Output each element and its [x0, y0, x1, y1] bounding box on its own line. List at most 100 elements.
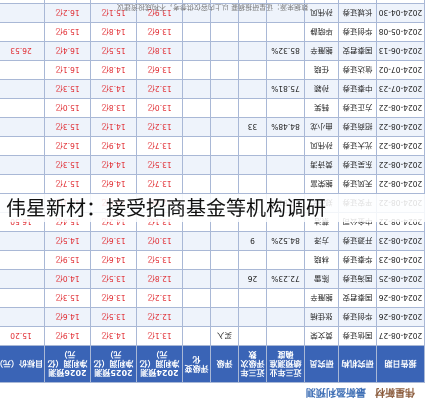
table-cell: 13.1亿 [136, 326, 183, 346]
table-row: 2024-08-22 天风证券 鲍荣富 13.7亿 14.6亿 15.7亿 [0, 174, 425, 194]
table-cell: 14.6亿 [90, 174, 137, 194]
table-cell: 陈雷 [304, 269, 339, 289]
table-cell: 任晓 [304, 60, 339, 80]
table-cell: 14.0亿 [44, 269, 91, 289]
table-cell [210, 117, 239, 137]
table-cell: 鲍荣富 [304, 174, 339, 194]
table-cell: 韩笑 [304, 98, 339, 118]
table-cell: 14.9亿 [44, 326, 91, 346]
table-cell [238, 174, 267, 194]
table-cell: 国信证券 [338, 326, 377, 346]
footnote: 数据来源：证星研报摘要 以上内容仅供参考，不构成投资建议 [116, 3, 309, 11]
table-cell: 16.1亿 [44, 60, 91, 80]
table-cell [182, 250, 211, 270]
table-cell: 14.8亿 [90, 60, 137, 80]
table-cell [266, 98, 305, 118]
table-row: 2024-08-25 国海证券 陈雷 72.23% 26 12.8亿 13.5亿 14.0亿 [0, 269, 425, 289]
table-cell: 15.20 [0, 326, 45, 346]
table-cell: 国海证券 [338, 269, 377, 289]
table-cell [238, 155, 267, 175]
table-cell: 2024-08-22 [376, 174, 425, 194]
table-cell: 2024-08-22 [376, 98, 425, 118]
table-cell: 14.9亿 [90, 136, 137, 156]
table-cell: 15.9亿 [44, 22, 91, 42]
table-cell: 买入 [210, 326, 239, 346]
table-cell [182, 79, 211, 99]
table-cell: 13.7亿 [136, 136, 183, 156]
table-cell [210, 231, 239, 251]
table-cell: 2024-08-26 [376, 307, 425, 327]
table-row: 2024-07-02 信达证券 任晓 13.6亿 14.8亿 16.1亿 [0, 60, 425, 80]
table-cell: 15.0亿 [44, 98, 91, 118]
table-cell: 13.5亿 [90, 307, 137, 327]
table-cell [266, 155, 305, 175]
table-cell: 13.8亿 [136, 41, 183, 61]
table-cell [238, 307, 267, 327]
table-cell [0, 117, 45, 137]
table-row: 2024-08-26 国泰君安 鲍雁辛 13.2亿 13.6亿 15.3亿 [0, 288, 425, 308]
table-row: 2024-08-22 招商证券 曲小龙 84.48% 33 13.2亿 14.1亿 15.3亿 [0, 117, 425, 137]
table-cell: 26 [238, 269, 267, 289]
table-cell [238, 41, 267, 61]
table-cell [266, 60, 305, 80]
table-cell [0, 98, 45, 118]
table-row: 2024-08-26 华创证券 张佳楠 12.2亿 13.5亿 14.6亿 [0, 307, 425, 327]
table-cell: 2024-08-22 [376, 155, 425, 175]
table-cell [182, 98, 211, 118]
table-cell [266, 326, 305, 346]
table-cell: 75.81% [266, 79, 305, 99]
table-cell: 2024-08-23 [376, 250, 425, 270]
table-cell: 2024-08-27 [376, 326, 425, 346]
table-cell: 方正证券 [338, 98, 377, 118]
table-cell: 14.3亿 [90, 79, 137, 99]
table-cell: 15.3亿 [44, 288, 91, 308]
table-cell [182, 174, 211, 194]
headline: 伟星新材：接受招商基金等机构调研 [0, 194, 425, 222]
table-cell: 13.0亿 [136, 231, 183, 251]
table-cell: 13.2亿 [136, 79, 183, 99]
table-cell: 84.52% [266, 231, 305, 251]
table-cell [266, 22, 305, 42]
table-cell: 2024-07-23 [376, 79, 425, 99]
table-cell [238, 288, 267, 308]
table-cell [210, 250, 239, 270]
table-cell [182, 231, 211, 251]
table-cell: 方泽 [304, 231, 339, 251]
table-cell [210, 155, 239, 175]
table-row: 2024-05-08 华创证券 毕晓静 13.6亿 14.8亿 15.9亿 [0, 22, 425, 42]
table-row: 2024-08-22 东吴证券 黄诗涛 13.5亿 14.4亿 15.3亿 [0, 155, 425, 175]
table-body: 2024-08-27 国信证券 黄文荣 买入 13.1亿 14.3亿 14.9亿 15.20 2… [0, 0, 425, 346]
column-header: 2024预测净利润（亿元） [136, 345, 183, 383]
column-header: 近三年业绩预测准确度 [266, 345, 305, 383]
table-cell: 东吴证券 [338, 155, 377, 175]
table-cell: 15.3亿 [44, 155, 91, 175]
table-cell [238, 136, 267, 156]
table-cell: 12.8亿 [136, 269, 183, 289]
table-cell: 毕晓静 [304, 22, 339, 42]
table-row: 2024-08-27 国信证券 黄文荣 买入 13.1亿 14.3亿 14.9亿 15.20 [0, 326, 425, 346]
table-cell: 华创证券 [338, 22, 377, 42]
table-cell: 林晓 [304, 250, 339, 270]
column-header: 目标价（元） [0, 345, 45, 383]
table-cell: 13.2亿 [136, 288, 183, 308]
column-header: 评级变化 [182, 345, 211, 383]
table-row: 2024-06-13 国泰君安 鲍雁辛 85.32% 13.8亿 15.5亿 16.4亿 26… [0, 41, 425, 61]
table-cell: 信达证券 [338, 60, 377, 80]
table-cell: 中泰证券 [338, 79, 377, 99]
forecast-table: 报告日期 研究机构 研究员 近三年业绩预测准确度 近三年评级次数 评级 评级变化 2024预测… [0, 0, 425, 383]
table-cell: 14.8亿 [90, 22, 137, 42]
table-row: 2024-08-22 方正证券 韩笑 13.0亿 13.8亿 15.0亿 [0, 98, 425, 118]
table-cell [210, 269, 239, 289]
table-cell: 2024-08-26 [376, 288, 425, 308]
table-cell: 孙伟风 [304, 136, 339, 156]
table-cell [210, 60, 239, 80]
table-header-row: 报告日期 研究机构 研究员 近三年业绩预测准确度 近三年评级次数 评级 评级变化 2024预测… [0, 345, 425, 383]
table-cell: 12.2亿 [136, 307, 183, 327]
table-cell: 9 [238, 231, 267, 251]
table-cell: 26.53 [0, 41, 45, 61]
table-cell: 光大证券 [338, 136, 377, 156]
table-cell: 15.5亿 [90, 41, 137, 61]
table-cell [238, 98, 267, 118]
table-cell [182, 60, 211, 80]
table-cell [238, 326, 267, 346]
